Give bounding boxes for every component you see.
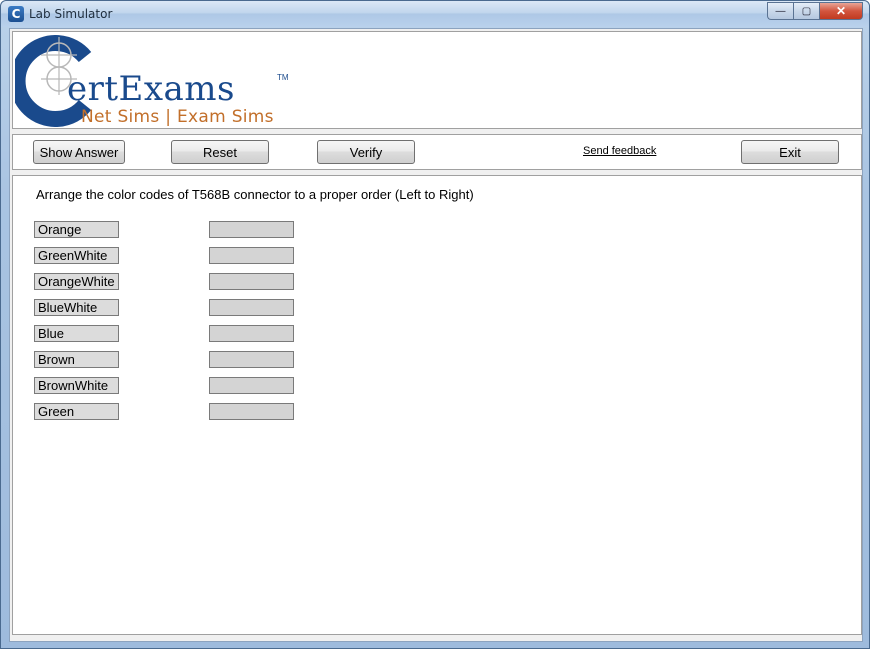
close-button[interactable]: ✕ bbox=[819, 2, 863, 20]
certexams-logo: ertExams TM Net Sims | Exam Sims bbox=[15, 35, 295, 127]
answer-slot[interactable] bbox=[209, 247, 294, 264]
option-item[interactable]: OrangeWhite bbox=[34, 273, 119, 290]
minimize-icon: — bbox=[775, 5, 786, 17]
minimize-button[interactable]: — bbox=[767, 2, 793, 20]
option-item[interactable]: BrownWhite bbox=[34, 377, 119, 394]
option-item[interactable]: BlueWhite bbox=[34, 299, 119, 316]
answer-slot[interactable] bbox=[209, 403, 294, 420]
reset-button[interactable]: Reset bbox=[171, 140, 269, 164]
maximize-icon: ▢ bbox=[801, 5, 812, 17]
client-area: ertExams TM Net Sims | Exam Sims Show An… bbox=[9, 28, 863, 642]
answer-slot[interactable] bbox=[209, 273, 294, 290]
question-text: Arrange the color codes of T568B connect… bbox=[36, 187, 474, 202]
close-icon: ✕ bbox=[835, 4, 847, 18]
window-controls: — ▢ ✕ bbox=[767, 2, 863, 20]
title-bar[interactable]: C Lab Simulator — ▢ ✕ bbox=[1, 1, 869, 27]
option-item[interactable]: Blue bbox=[34, 325, 119, 342]
logo-wordmark: ertExams bbox=[67, 69, 235, 109]
option-item[interactable]: Orange bbox=[34, 221, 119, 238]
app-window: C Lab Simulator — ▢ ✕ ertExams TM Net Si bbox=[0, 0, 870, 649]
toolbar: Show Answer Reset Verify Send feedback E… bbox=[12, 134, 862, 170]
logo-trademark: TM bbox=[277, 73, 289, 82]
maximize-button[interactable]: ▢ bbox=[793, 2, 819, 20]
show-answer-button[interactable]: Show Answer bbox=[33, 140, 125, 164]
answer-slot[interactable] bbox=[209, 221, 294, 238]
answer-slot[interactable] bbox=[209, 299, 294, 316]
verify-button[interactable]: Verify bbox=[317, 140, 415, 164]
answer-slot[interactable] bbox=[209, 325, 294, 342]
question-panel: Arrange the color codes of T568B connect… bbox=[12, 175, 862, 635]
answer-slot[interactable] bbox=[209, 377, 294, 394]
logo-panel: ertExams TM Net Sims | Exam Sims bbox=[12, 31, 862, 129]
logo-tagline: Net Sims | Exam Sims bbox=[81, 107, 274, 127]
option-item[interactable]: Green bbox=[34, 403, 119, 420]
app-icon: C bbox=[8, 6, 24, 22]
exit-button[interactable]: Exit bbox=[741, 140, 839, 164]
window-title: Lab Simulator bbox=[29, 7, 113, 21]
option-item[interactable]: Brown bbox=[34, 351, 119, 368]
option-item[interactable]: GreenWhite bbox=[34, 247, 119, 264]
answer-slot[interactable] bbox=[209, 351, 294, 368]
send-feedback-link[interactable]: Send feedback bbox=[583, 145, 656, 157]
